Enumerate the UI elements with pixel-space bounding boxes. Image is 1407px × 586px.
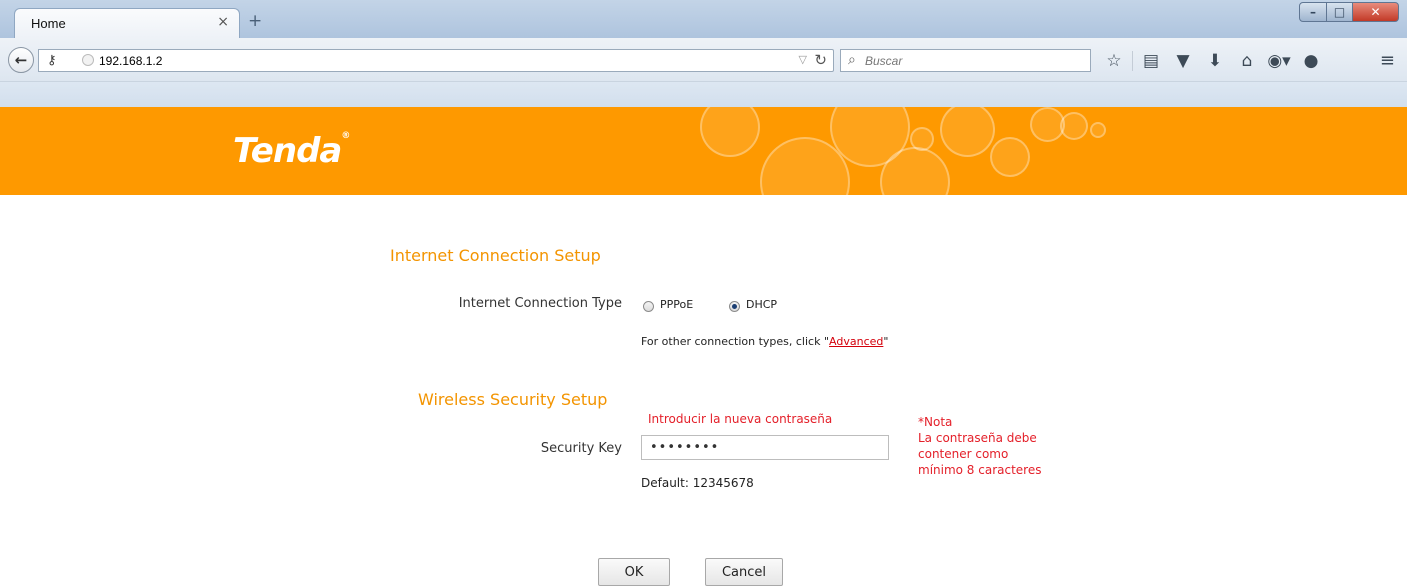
pocket-icon[interactable]: ▼ [1167, 51, 1199, 71]
search-input[interactable] [865, 52, 1085, 69]
key-icon[interactable]: ⚷ [47, 53, 57, 68]
note-line: *Nota [918, 415, 953, 429]
pppoe-label[interactable]: PPPoE [660, 298, 693, 311]
toolbar-icons: ☆ ▤ ▼ ⬇ ⌂ ◉▾ ● [1098, 50, 1327, 72]
browser-toolbar-strip [0, 82, 1407, 107]
dhcp-radio[interactable] [729, 301, 740, 312]
logo-text: Tenda [233, 131, 342, 171]
browser-navbar: ← ⚷ 192.168.1.2 ▽ ↻ ⌕ ☆ ▤ ▼ ⬇ ⌂ ◉▾ ● ≡ [0, 38, 1407, 82]
cancel-button[interactable]: Cancel [705, 558, 783, 586]
banner-bubble [990, 137, 1030, 177]
banner-bubble [700, 107, 760, 157]
star-icon[interactable]: ☆ [1098, 51, 1130, 71]
default-key-text: Default: 12345678 [641, 476, 754, 490]
reload-icon[interactable]: ↻ [814, 51, 827, 69]
note-line: contener como [918, 447, 1009, 461]
tenda-logo: Tenda® [233, 131, 350, 171]
hint-prefix: For other connection types, click " [641, 335, 830, 348]
url-text[interactable]: 192.168.1.2 [99, 54, 162, 68]
password-note: *Nota La contraseña debe contener como m… [918, 414, 1042, 478]
wireless-setup-title: Wireless Security Setup [418, 390, 608, 409]
globe-icon [82, 54, 94, 66]
hint-suffix: " [883, 335, 889, 348]
search-bar[interactable]: ⌕ [840, 49, 1091, 72]
browser-titlebar: Home × + – □ ✕ [0, 0, 1407, 38]
browser-tab[interactable]: Home × [14, 8, 240, 38]
url-dropdown-icon[interactable]: ▽ [799, 53, 807, 66]
tab-title: Home [31, 16, 66, 31]
hamburger-menu-icon[interactable]: ≡ [1380, 50, 1395, 71]
connection-type-label: Internet Connection Type [458, 296, 622, 311]
advanced-link[interactable]: Advanced [829, 335, 883, 348]
toolbar-separator [1132, 51, 1133, 71]
window-controls: – □ ✕ [1299, 2, 1399, 24]
banner-bubble [1090, 122, 1106, 138]
logo-mark: ® [341, 131, 350, 141]
search-icon: ⌕ [848, 52, 856, 68]
banner-bubble [1060, 112, 1088, 140]
internet-setup-title: Internet Connection Setup [390, 246, 601, 265]
download-icon[interactable]: ⬇ [1199, 51, 1231, 71]
minimize-icon[interactable]: – [1299, 2, 1327, 22]
header-banner: Tenda® [0, 107, 1407, 195]
back-arrow-icon[interactable]: ← [8, 47, 34, 73]
maximize-icon[interactable]: □ [1327, 2, 1353, 22]
banner-bubble [910, 127, 934, 151]
security-key-label: Security Key [540, 441, 622, 456]
ok-button[interactable]: OK [598, 558, 670, 586]
note-line: mínimo 8 caracteres [918, 463, 1042, 477]
advanced-hint: For other connection types, click "Advan… [641, 335, 888, 348]
close-window-icon[interactable]: ✕ [1353, 2, 1399, 22]
chat-icon[interactable]: ● [1295, 51, 1327, 71]
note-line: La contraseña debe [918, 431, 1037, 445]
security-key-input[interactable] [641, 435, 889, 460]
new-tab-icon[interactable]: + [248, 11, 262, 31]
home-icon[interactable]: ⌂ [1231, 51, 1263, 71]
pppoe-radio[interactable] [643, 301, 654, 312]
banner-bubble [940, 107, 995, 157]
reading-list-icon[interactable]: ▤ [1135, 51, 1167, 71]
dhcp-label[interactable]: DHCP [746, 298, 777, 311]
new-password-annotation: Introducir la nueva contraseña [648, 412, 833, 426]
address-bar[interactable]: ⚷ 192.168.1.2 ▽ ↻ [38, 49, 834, 72]
addon-icon[interactable]: ◉▾ [1263, 51, 1295, 71]
tab-close-icon[interactable]: × [217, 14, 229, 30]
